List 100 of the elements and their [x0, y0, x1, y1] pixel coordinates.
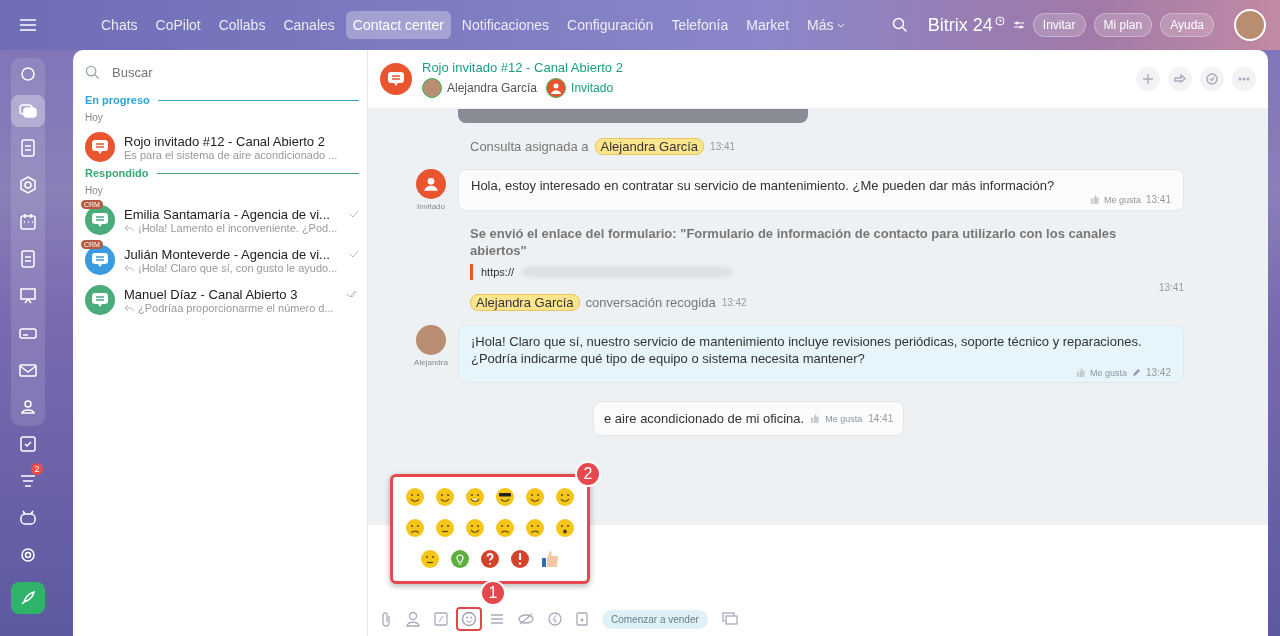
chat-bubble-icon [91, 139, 109, 155]
chat-bubble-icon [387, 71, 405, 87]
message-text: Hola, estoy interesado en contratar su servicio de mantenimiento. ¿Me pueden dar más información? [471, 177, 1056, 194]
forward-arrow-icon [1173, 72, 1187, 86]
sidebar-item[interactable]: 2 [11, 465, 45, 497]
check-icon [18, 434, 38, 454]
message-preview: Es para el sistema de aire acondicionado ... [124, 148, 338, 161]
header-button[interactable]: Ayuda [1160, 13, 1214, 37]
member-name: Alejandra García [447, 81, 538, 95]
chat-bubble-icon [91, 292, 109, 308]
author-name: Alejandra [414, 358, 448, 367]
section-title: En progreso [85, 94, 150, 106]
smiley-icon[interactable] [495, 487, 515, 507]
system-message: conversación recogida [585, 294, 716, 310]
message-text: ¿Podría indicarme qué tipo de equipo o sistema necesita mantener? [471, 350, 866, 367]
menu-icon[interactable] [20, 19, 36, 31]
doc-icon [18, 249, 38, 269]
question-mark-icon[interactable] [480, 549, 500, 569]
hidden-eye-icon[interactable] [518, 612, 534, 626]
user-avatar[interactable] [1234, 9, 1266, 41]
news-icon [18, 138, 38, 158]
chat-name: Emilia Santamaría - Agencia de vi... [124, 206, 330, 222]
section-title: Respondido [85, 167, 149, 179]
date-label: Hoy [85, 185, 104, 196]
settings-icon[interactable] [1012, 20, 1025, 30]
thumbs-up-icon[interactable] [540, 549, 560, 569]
lightning-icon[interactable] [548, 612, 562, 626]
author-name: Invitado [417, 202, 445, 211]
message-time: 13:41 [1157, 282, 1184, 293]
thumbs-up-icon[interactable] [1089, 195, 1099, 204]
person-icon [423, 176, 439, 192]
chat-title[interactable]: Rojo invitado #12 - Canal Abierto 2 [422, 60, 623, 75]
smiley-icon [461, 611, 477, 627]
form-message: Se envió el enlace del formulario: "Formulario de información de contacto para utilizarlo con los canales abiertos" [470, 225, 1118, 259]
group-icon [18, 397, 38, 417]
cycle-icon [18, 64, 38, 84]
header-button[interactable]: Mi plan [1093, 13, 1153, 37]
message-time: 13:41 [1145, 194, 1171, 205]
member-avatar [422, 78, 442, 98]
chat-name: Manuel Díaz - Canal Abierto 3 [124, 286, 298, 302]
caret-icon [837, 22, 846, 28]
gear-icon [18, 545, 38, 565]
message-time: 13:42 [1145, 367, 1171, 378]
header-action-button[interactable] [1232, 67, 1256, 91]
start-selling-button[interactable]: Comenzar a vender [602, 609, 708, 629]
search-icon[interactable] [891, 17, 908, 33]
thumbs-up-icon[interactable] [810, 414, 820, 423]
paperclip-icon[interactable] [380, 611, 392, 627]
system-message: Consulta asignada a [470, 138, 589, 154]
nav-tab[interactable]: CoPilot [148, 11, 208, 39]
message-time: 13:42 [721, 296, 747, 308]
header-action-button[interactable] [1200, 67, 1224, 91]
header-button[interactable]: Invitar [1032, 13, 1086, 37]
like-button[interactable]: Me gusta [825, 413, 863, 424]
nav-tab[interactable]: Contact center [345, 11, 451, 39]
light-bulb-icon[interactable] [450, 549, 470, 569]
sidebar-item[interactable] [11, 95, 45, 127]
nav-tab[interactable]: Telefonía [664, 11, 736, 39]
member-name: Invitado [571, 81, 614, 95]
header-action-button[interactable] [1136, 67, 1160, 91]
nav-tab[interactable]: Canales [276, 11, 342, 39]
notification-badge: 2 [31, 463, 43, 475]
nav-tab[interactable]: Más [800, 11, 853, 39]
author-avatar [416, 325, 446, 355]
nav-tab[interactable]: Notificaciones [454, 11, 556, 39]
message-text: e aire acondicionado de mi oficina. [604, 410, 805, 427]
robot-icon [18, 508, 38, 528]
header-action-button[interactable] [1168, 67, 1192, 91]
nav-tab[interactable]: Configuración [560, 11, 661, 39]
chat-name: Rojo invitado #12 - Canal Abierto 2 [124, 133, 325, 149]
message-preview: ¿Podríaa proporcionarme el número d... [138, 301, 334, 314]
nav-tab[interactable]: Chats [94, 11, 145, 39]
thumbs-up-icon[interactable] [1075, 368, 1085, 377]
user-mention[interactable]: Alejandra García [594, 137, 705, 155]
nav-tab[interactable]: Collabs [211, 11, 273, 39]
chat-bubble-icon [91, 212, 109, 228]
exclamation-icon[interactable] [510, 549, 530, 569]
add-icon [1141, 72, 1155, 86]
note-icon[interactable] [434, 612, 448, 626]
chat-name: Julián Monteverde - Agencia de vi... [124, 246, 330, 262]
user-mention[interactable]: Alejandra García [470, 293, 580, 311]
chat-bubble-icon [91, 252, 109, 268]
like-button[interactable]: Me gusta [1103, 194, 1141, 205]
rocket-icon[interactable] [11, 582, 45, 614]
chat-list-item[interactable]: Manuel Díaz - Canal Abierto 3 ¿Podríaa proporcionarme el número d... [85, 280, 359, 320]
nav-tab[interactable]: Market [739, 11, 797, 39]
message-time: 13:41 [710, 140, 736, 152]
board-icon [18, 286, 38, 306]
list-icon[interactable] [490, 612, 504, 626]
link[interactable]: https:// [481, 266, 515, 278]
windows-icon[interactable] [721, 612, 738, 626]
message-preview: ¡Hola! Lamento el inconveniente. ¿Pod... [138, 221, 338, 234]
emoji-button[interactable] [456, 607, 482, 631]
like-button[interactable]: Me gusta [1089, 367, 1127, 378]
chat-icon [18, 101, 38, 121]
search-icon [85, 64, 100, 80]
person-icon[interactable] [406, 611, 420, 627]
document-icon[interactable] [576, 612, 588, 626]
logo-text: Bitrix 24 [927, 14, 993, 36]
chat-list-item[interactable]: Rojo invitado #12 - Canal Abierto 2 Es para el sistema de aire acondicionado ... [85, 127, 359, 167]
